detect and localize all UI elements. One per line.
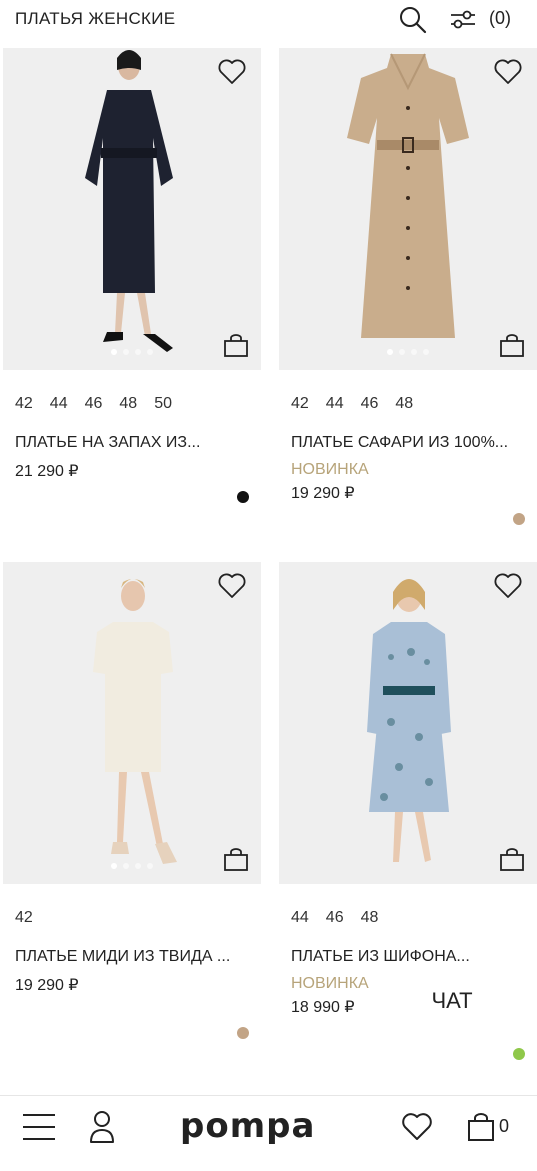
new-badge: НОВИНКА xyxy=(291,975,369,992)
filter-icon[interactable] xyxy=(447,6,479,32)
product-price: 21 290 ₽ xyxy=(15,463,79,480)
size-option[interactable]: 42 xyxy=(291,395,309,412)
product-image[interactable] xyxy=(279,48,537,370)
dress-photo xyxy=(93,579,177,864)
product-price: 19 290 ₽ xyxy=(15,977,79,994)
search-icon[interactable] xyxy=(398,5,428,35)
size-list: 44 46 48 xyxy=(291,909,395,927)
size-option[interactable]: 42 xyxy=(15,395,33,412)
heart-icon[interactable] xyxy=(493,572,523,600)
chat-button[interactable]: ЧАТ xyxy=(392,975,512,1027)
size-option[interactable]: 46 xyxy=(361,395,379,412)
size-option[interactable]: 50 xyxy=(154,395,172,412)
heart-icon[interactable] xyxy=(217,572,247,600)
cart-count: 0 xyxy=(499,1116,510,1136)
size-list: 42 44 46 48 xyxy=(291,395,430,413)
size-option[interactable]: 48 xyxy=(361,909,379,926)
heart-icon[interactable] xyxy=(217,58,247,86)
dress-photo xyxy=(347,53,469,338)
color-swatch[interactable] xyxy=(513,513,525,525)
size-option[interactable]: 44 xyxy=(326,395,344,412)
filter-count[interactable]: (0) xyxy=(489,8,511,29)
bottom-nav: pompa 0 xyxy=(0,1095,537,1171)
product-name[interactable]: ПЛАТЬЕ САФАРИ ИЗ 100%... xyxy=(291,434,529,452)
product-image[interactable] xyxy=(279,562,537,884)
product-name[interactable]: ПЛАТЬЕ МИДИ ИЗ ТВИДА ... xyxy=(15,948,253,966)
top-header: ПЛАТЬЯ ЖЕНСКИЕ (0) xyxy=(0,0,537,40)
bag-icon[interactable] xyxy=(499,334,525,358)
page-title: ПЛАТЬЯ ЖЕНСКИЕ xyxy=(15,9,176,28)
size-option[interactable]: 44 xyxy=(291,909,309,926)
wishlist-icon[interactable] xyxy=(401,1112,433,1142)
color-swatch[interactable] xyxy=(237,1027,249,1039)
color-swatch[interactable] xyxy=(237,491,249,503)
size-option[interactable]: 46 xyxy=(326,909,344,926)
bag-icon[interactable] xyxy=(223,334,249,358)
size-option[interactable]: 42 xyxy=(15,909,33,926)
size-option[interactable]: 48 xyxy=(395,395,413,412)
product-price: 19 290 ₽ xyxy=(291,485,355,502)
new-badge: НОВИНКА xyxy=(291,461,369,478)
size-list: 42 44 46 48 50 xyxy=(15,395,189,413)
menu-icon[interactable] xyxy=(22,1112,56,1142)
user-icon[interactable] xyxy=(88,1110,116,1144)
bag-icon[interactable] xyxy=(499,848,525,872)
bag-icon[interactable] xyxy=(223,848,249,872)
size-option[interactable]: 46 xyxy=(85,395,103,412)
color-swatch[interactable] xyxy=(513,1048,525,1060)
dress-photo xyxy=(85,50,173,352)
product-price: 18 990 ₽ xyxy=(291,999,355,1016)
size-option[interactable]: 44 xyxy=(50,395,68,412)
size-option[interactable]: 48 xyxy=(119,395,137,412)
product-name[interactable]: ПЛАТЬЕ ИЗ ШИФОНА... xyxy=(291,948,529,966)
size-list: 42 xyxy=(15,909,50,927)
dress-photo xyxy=(367,579,451,862)
cart-icon[interactable] xyxy=(466,1112,496,1142)
heart-icon[interactable] xyxy=(493,58,523,86)
brand-logo[interactable]: pompa xyxy=(180,1106,315,1146)
product-image[interactable] xyxy=(3,562,261,884)
product-name[interactable]: ПЛАТЬЕ НА ЗАПАХ ИЗ... xyxy=(15,434,253,452)
product-image[interactable] xyxy=(3,48,261,370)
